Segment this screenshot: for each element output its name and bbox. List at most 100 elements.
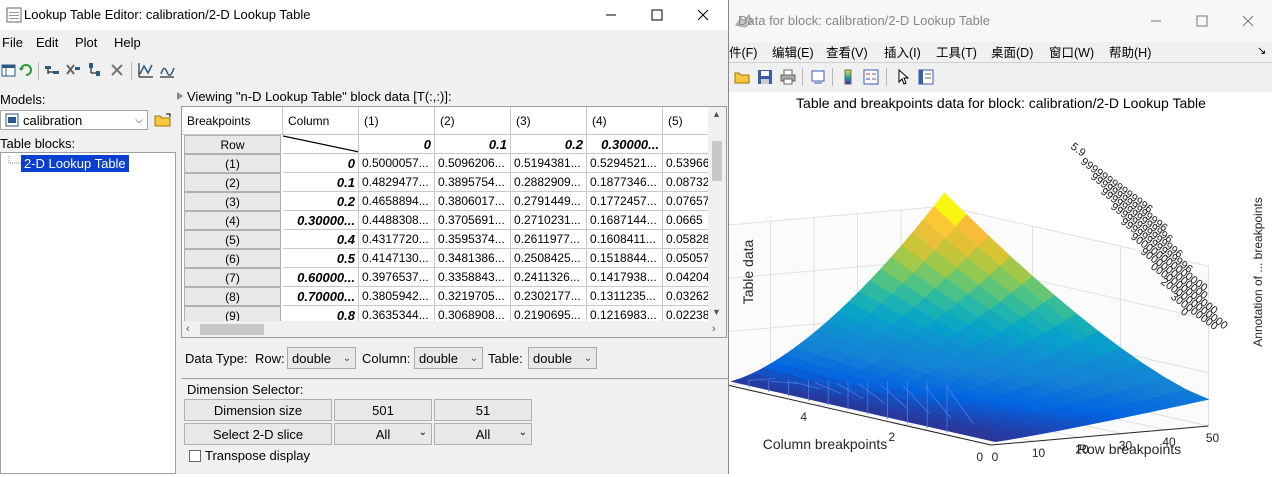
open-table-icon[interactable] bbox=[0, 61, 18, 79]
add-row-icon[interactable] bbox=[43, 61, 61, 79]
row-breakpoint-4[interactable]: 0.30000... bbox=[283, 211, 359, 230]
model-select[interactable]: calibration ⌵ bbox=[0, 110, 148, 130]
table-cell[interactable]: 0.3481386... bbox=[435, 249, 511, 268]
delete-icon[interactable] bbox=[64, 61, 82, 79]
table-cell[interactable]: 0.3805942... bbox=[359, 287, 435, 306]
scroll-down-icon[interactable]: ▼ bbox=[712, 307, 721, 317]
open-model-icon[interactable] bbox=[154, 111, 172, 129]
collapse-arrow-icon[interactable] bbox=[177, 92, 183, 100]
surface-plot[interactable]: Table and breakpoints data for block: ca… bbox=[712, 92, 1272, 474]
refresh-icon[interactable] bbox=[17, 61, 35, 79]
table-cell[interactable]: 0.3895754... bbox=[435, 173, 511, 192]
legend-icon[interactable] bbox=[862, 68, 880, 86]
table-cell[interactable]: 0.1417938... bbox=[587, 268, 663, 287]
table-cell[interactable]: 0.3358843... bbox=[435, 268, 511, 287]
column-breakpoint-1[interactable]: 0 bbox=[359, 135, 435, 154]
save-icon[interactable] bbox=[756, 68, 774, 86]
table-cell[interactable]: 0.5000057... bbox=[359, 154, 435, 173]
vertical-scrollbar[interactable]: ▲ ▼ bbox=[708, 107, 726, 321]
table-cell[interactable]: 0.2302177... bbox=[511, 287, 587, 306]
menu-file[interactable]: File bbox=[2, 35, 23, 50]
table-cell[interactable]: 0.2791449... bbox=[511, 192, 587, 211]
column-type-select[interactable]: double ⌄ bbox=[414, 347, 483, 369]
scroll-right-icon[interactable]: › bbox=[712, 323, 716, 335]
insert-column-icon[interactable] bbox=[86, 61, 104, 79]
row-breakpoint-3[interactable]: 0.2 bbox=[283, 192, 359, 211]
table-cell[interactable]: 0.2611977... bbox=[511, 230, 587, 249]
menu-edit-cn[interactable]: 编辑(E) bbox=[772, 42, 814, 61]
row-breakpoint-2[interactable]: 0.1 bbox=[283, 173, 359, 192]
menu-window-cn[interactable]: 窗口(W) bbox=[1049, 42, 1094, 61]
table-cell[interactable]: 0.3806017... bbox=[435, 192, 511, 211]
row-type-select[interactable]: double ⌄ bbox=[287, 347, 356, 369]
table-cell[interactable]: 0.2508425... bbox=[511, 249, 587, 268]
menu-help[interactable]: Help bbox=[114, 35, 141, 50]
menu-file-cn[interactable]: 件(F) bbox=[729, 42, 757, 61]
table-cell[interactable]: 0.1311235... bbox=[587, 287, 663, 306]
minimize-button[interactable] bbox=[588, 0, 634, 30]
menu-help-cn[interactable]: 帮助(H) bbox=[1109, 42, 1151, 61]
minimize-button[interactable] bbox=[1133, 6, 1179, 36]
property-icon[interactable] bbox=[917, 68, 935, 86]
close-button[interactable] bbox=[1225, 6, 1271, 36]
menu-desktop-cn[interactable]: 桌面(D) bbox=[991, 42, 1033, 61]
table-type-label: Table: bbox=[488, 351, 523, 366]
link-icon[interactable] bbox=[809, 68, 827, 86]
table-cell[interactable]: 0.2411326... bbox=[511, 268, 587, 287]
table-cell[interactable]: 0.5194381... bbox=[511, 154, 587, 173]
column-breakpoint-4[interactable]: 0.30000... bbox=[587, 135, 663, 154]
expand-icon[interactable]: ↘ bbox=[1257, 44, 1266, 57]
print-icon[interactable] bbox=[779, 68, 797, 86]
table-cell[interactable]: 0.4829477... bbox=[359, 173, 435, 192]
row-breakpoint-1[interactable]: 0 bbox=[283, 154, 359, 173]
table-cell[interactable]: 0.5096206... bbox=[435, 154, 511, 173]
table-cell[interactable]: 0.4317720... bbox=[359, 230, 435, 249]
menu-plot[interactable]: Plot bbox=[75, 35, 97, 50]
table-cell[interactable]: 0.1608411... bbox=[587, 230, 663, 249]
table-cell[interactable]: 0.1687144... bbox=[587, 211, 663, 230]
slice-select-1[interactable]: All ⌄ bbox=[334, 423, 432, 445]
transpose-checkbox[interactable] bbox=[189, 450, 201, 462]
row-breakpoint-6[interactable]: 0.5 bbox=[283, 249, 359, 268]
vertical-scroll-thumb[interactable] bbox=[712, 141, 722, 181]
linear-plot-icon[interactable] bbox=[137, 61, 155, 79]
menu-tools-cn[interactable]: 工具(T) bbox=[936, 42, 977, 61]
table-cell[interactable]: 0.3219705... bbox=[435, 287, 511, 306]
table-cell[interactable]: 0.1518844... bbox=[587, 249, 663, 268]
table-cell[interactable]: 0.4147130... bbox=[359, 249, 435, 268]
row-breakpoint-7[interactable]: 0.60000... bbox=[283, 268, 359, 287]
horizontal-scroll-thumb[interactable] bbox=[200, 324, 264, 335]
table-type-select[interactable]: double ⌄ bbox=[528, 347, 597, 369]
tree-item-2d-lookup-table[interactable]: 2-D Lookup Table bbox=[21, 155, 129, 172]
table-cell[interactable]: 0.4488308... bbox=[359, 211, 435, 230]
row-breakpoint-5[interactable]: 0.4 bbox=[283, 230, 359, 249]
column-breakpoint-2[interactable]: 0.1 bbox=[435, 135, 511, 154]
row-breakpoint-8[interactable]: 0.70000... bbox=[283, 287, 359, 306]
table-cell[interactable]: 0.3705691... bbox=[435, 211, 511, 230]
mesh-plot-icon[interactable] bbox=[158, 61, 176, 79]
scroll-up-icon[interactable]: ▲ bbox=[712, 109, 721, 119]
column-breakpoint-3[interactable]: 0.2 bbox=[511, 135, 587, 154]
colorbar-icon[interactable] bbox=[839, 68, 857, 86]
table-cell[interactable]: 0.3976537... bbox=[359, 268, 435, 287]
pointer-icon[interactable] bbox=[894, 68, 912, 86]
menu-edit[interactable]: Edit bbox=[36, 35, 58, 50]
close-button[interactable] bbox=[680, 0, 726, 30]
horizontal-scrollbar[interactable]: ‹ › bbox=[182, 321, 726, 337]
maximize-button[interactable] bbox=[634, 0, 680, 30]
table-cell[interactable]: 0.2882909... bbox=[511, 173, 587, 192]
maximize-button[interactable] bbox=[1179, 6, 1225, 36]
slice-select-2[interactable]: All ⌄ bbox=[434, 423, 532, 445]
table-cell[interactable]: 0.1772457... bbox=[587, 192, 663, 211]
viewing-label: Viewing "n-D Lookup Table" block data [T… bbox=[187, 89, 452, 104]
table-cell[interactable]: 0.1877346... bbox=[587, 173, 663, 192]
menu-insert-cn[interactable]: 插入(I) bbox=[884, 42, 921, 61]
table-cell[interactable]: 0.4658894... bbox=[359, 192, 435, 211]
scroll-left-icon[interactable]: ‹ bbox=[186, 323, 190, 335]
table-cell[interactable]: 0.5294521... bbox=[587, 154, 663, 173]
remove-icon[interactable] bbox=[108, 61, 126, 79]
menu-view-cn[interactable]: 查看(V) bbox=[826, 42, 868, 61]
open-icon[interactable] bbox=[733, 68, 751, 86]
table-cell[interactable]: 0.2710231... bbox=[511, 211, 587, 230]
table-cell[interactable]: 0.3595374... bbox=[435, 230, 511, 249]
